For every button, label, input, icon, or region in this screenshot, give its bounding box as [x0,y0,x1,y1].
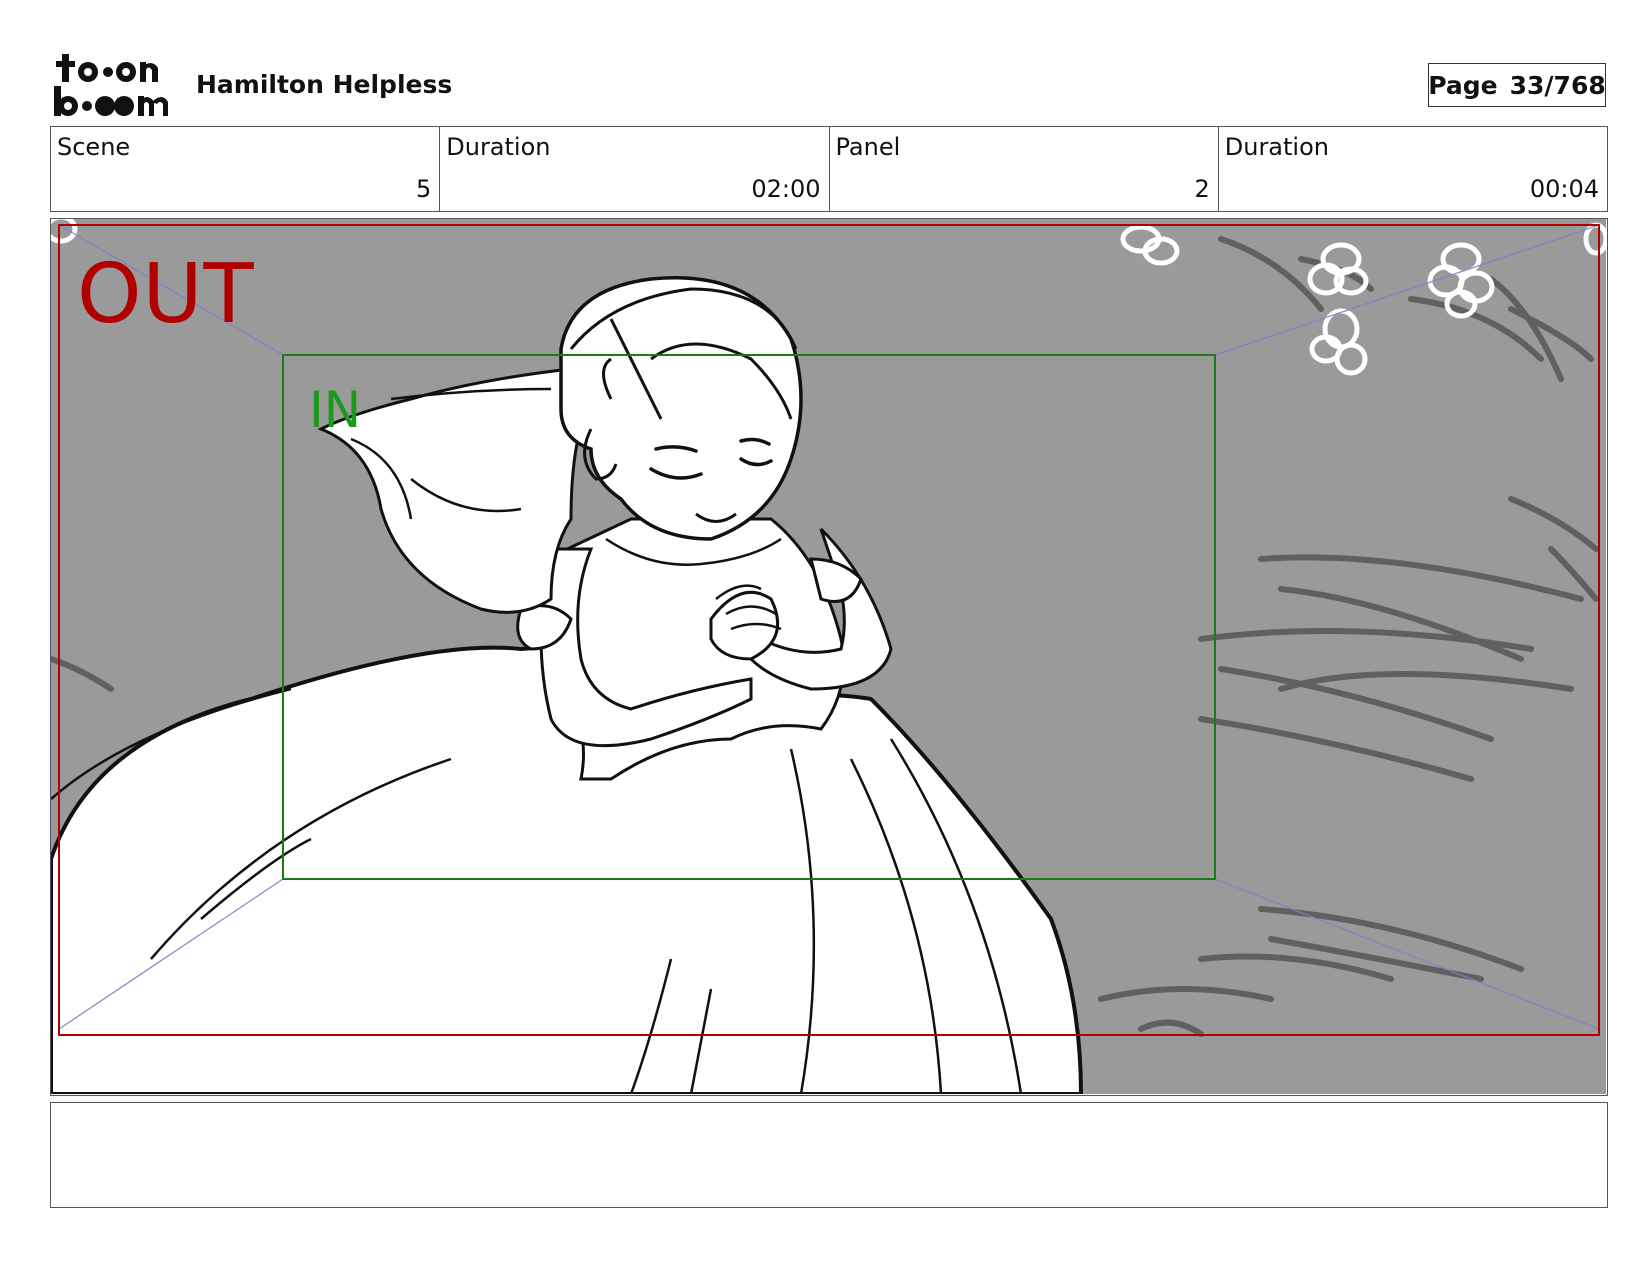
panel-duration-label: Duration [1224,133,1329,161]
panel-drawing [51,219,1606,1094]
out-frame-label: OUT [77,247,255,342]
page-label: Page [1428,70,1498,100]
panel-duration-value: 00:04 [1529,175,1599,203]
panel-label: Panel [835,133,901,161]
scene-value: 5 [415,175,432,203]
page-number: 33/768 [1509,70,1606,100]
toon-boom-logo [54,54,168,116]
scene-duration-cell: Duration 02:00 [440,127,830,211]
panel-duration-cell: Duration 00:04 [1219,127,1607,211]
panel-cell: Panel 2 [830,127,1219,211]
panel-notes-box[interactable] [50,1102,1608,1208]
scene-cell: Scene 5 [51,127,441,211]
in-frame-label: IN [309,381,362,439]
project-title: Hamilton Helpless [196,70,453,99]
storyboard-panel[interactable]: OUT IN [50,218,1608,1096]
page-indicator: Page 33/768 [1428,63,1606,107]
panel-value: 2 [1194,175,1210,203]
panel-info-table: Scene 5 Duration 02:00 Panel 2 Duration … [50,126,1608,212]
scene-label: Scene [57,133,131,161]
scene-duration-value: 02:00 [751,175,821,203]
scene-duration-label: Duration [446,133,551,161]
